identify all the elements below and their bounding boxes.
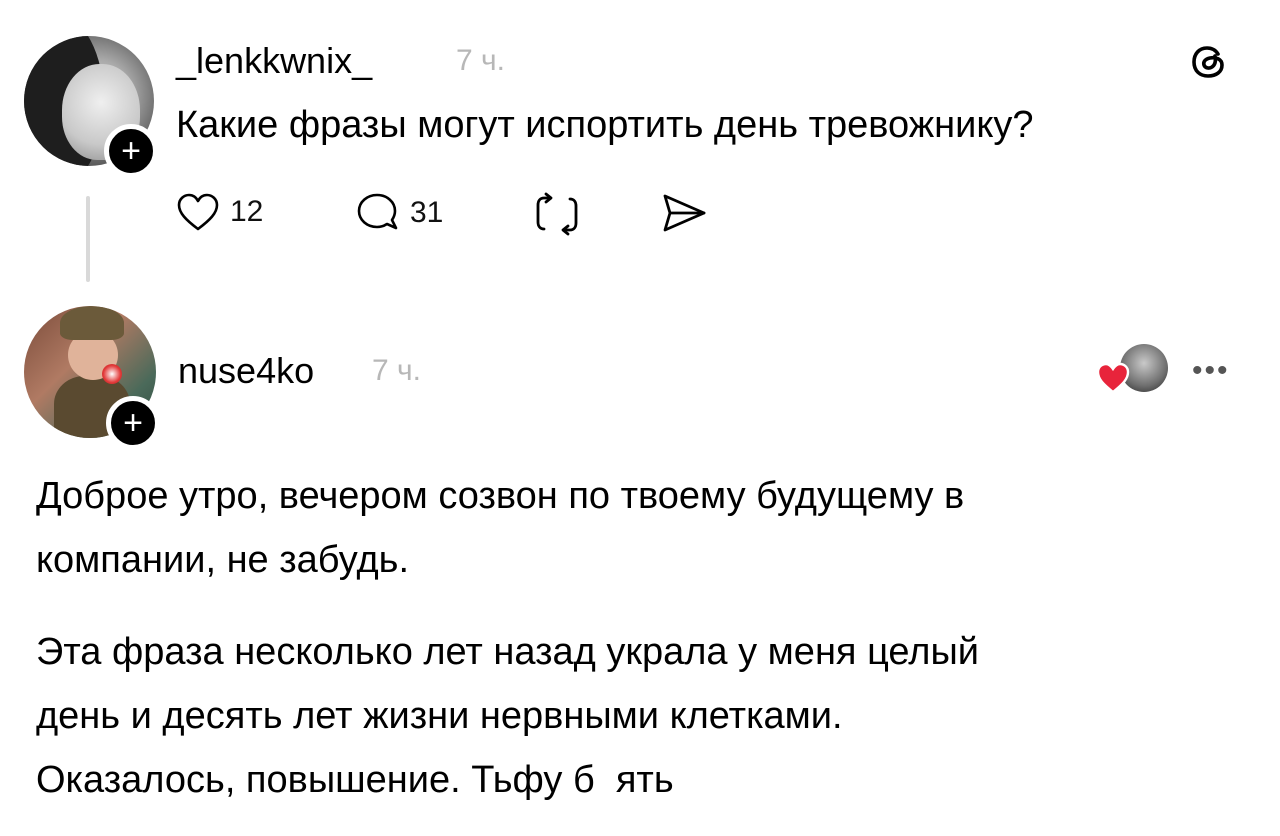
- reply-line: Оказалось, повышение. Тьфу б ять: [36, 759, 674, 801]
- reply-line: Эта фраза несколько лет назад украла у м…: [36, 631, 979, 673]
- reply-paragraph-2: Эта фраза несколько лет назад украла у м…: [36, 620, 979, 812]
- share-button[interactable]: [660, 192, 708, 234]
- reply-count: 31: [410, 196, 444, 229]
- comment-bubble-icon: [357, 193, 398, 230]
- thread-line: [86, 196, 90, 282]
- follow-plus-button[interactable]: +: [106, 396, 160, 450]
- reply-line: день и десять лет жизни нервными клеткам…: [36, 695, 843, 737]
- red-heart-icon: [1096, 362, 1130, 394]
- repost-icon: [536, 192, 578, 236]
- post-text: Какие фразы могут испортить день тревожн…: [176, 104, 1034, 146]
- repost-button[interactable]: [534, 192, 580, 236]
- threads-logo-icon[interactable]: [1188, 40, 1232, 84]
- reply-paragraph-1: Доброе утро, вечером созвон по твоему бу…: [36, 464, 964, 592]
- reply-line: компании, не забудь.: [36, 539, 410, 581]
- like-button[interactable]: 12: [176, 192, 263, 232]
- send-icon: [663, 194, 706, 232]
- reply-timestamp: 7 ч.: [372, 354, 421, 387]
- more-options-button[interactable]: •••: [1192, 354, 1230, 388]
- post-timestamp: 7 ч.: [456, 44, 505, 77]
- reply-button[interactable]: 31: [356, 192, 443, 234]
- like-count: 12: [230, 195, 264, 228]
- follow-plus-button[interactable]: +: [104, 124, 158, 178]
- reply-line: Доброе утро, вечером созвон по твоему бу…: [36, 475, 965, 517]
- post-username[interactable]: _lenkkwnix_: [176, 40, 372, 82]
- reply-username[interactable]: nuse4ko: [178, 350, 314, 392]
- heart-icon: [177, 193, 219, 231]
